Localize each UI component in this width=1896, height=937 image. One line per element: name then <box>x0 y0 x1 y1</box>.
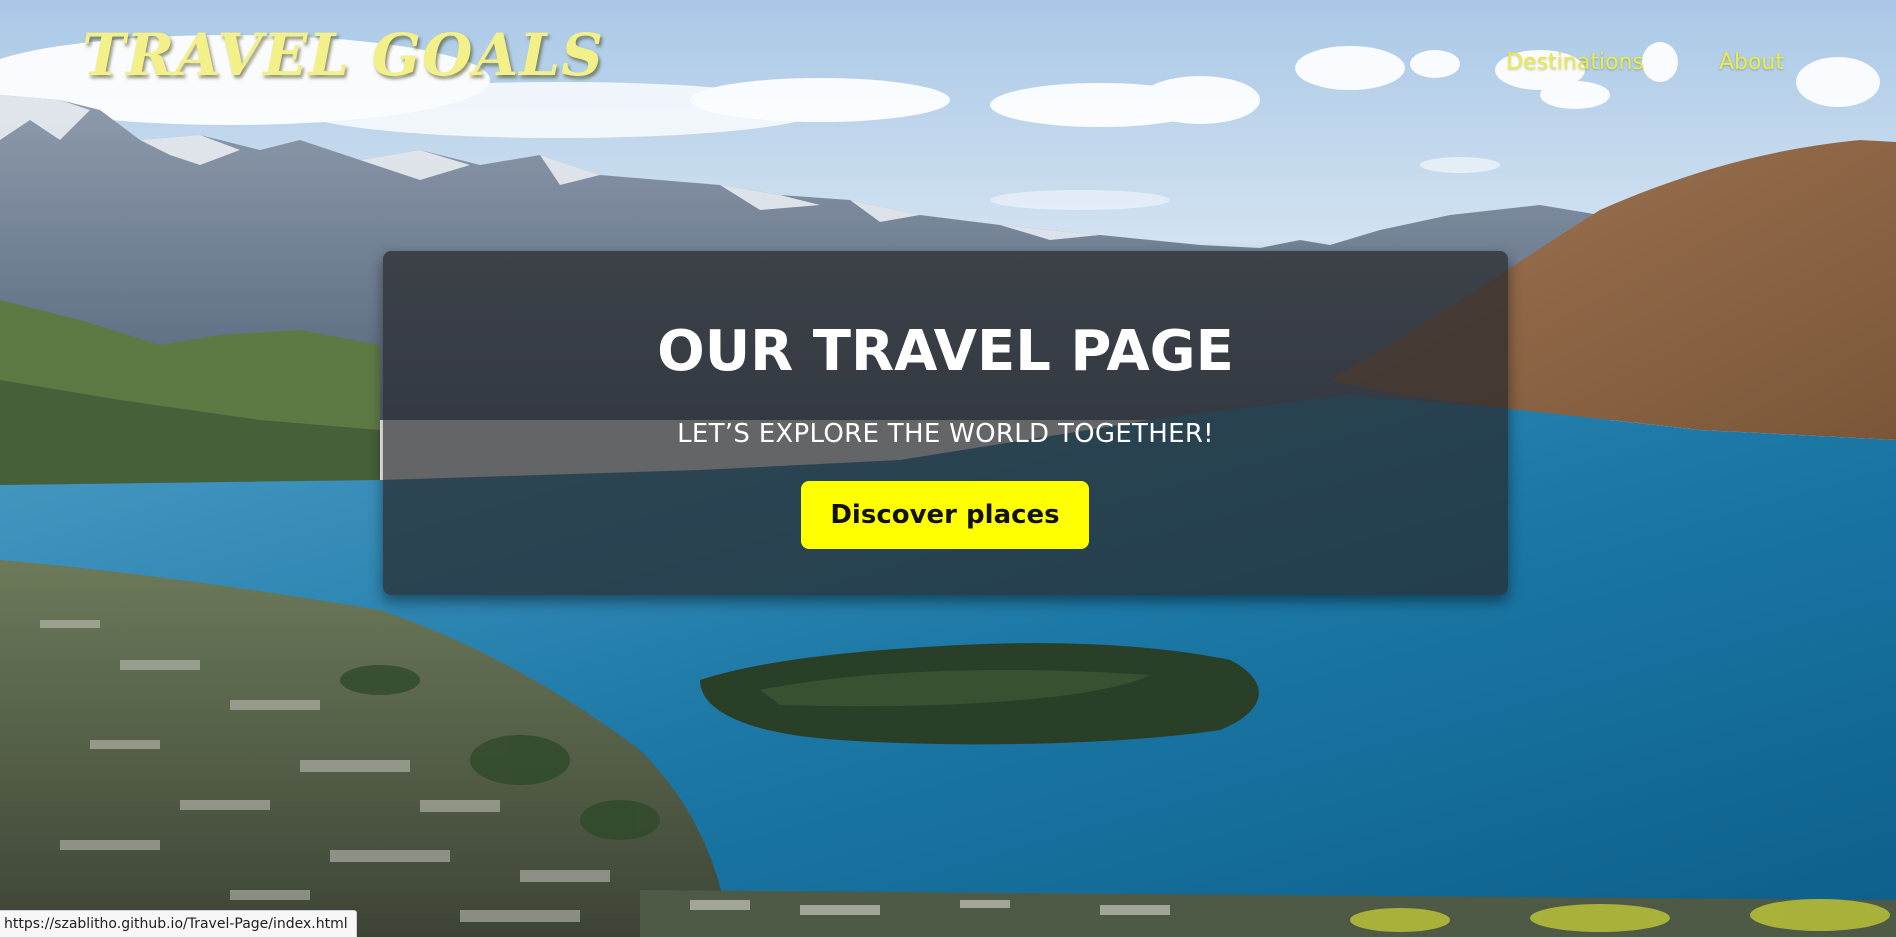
browser-status-url: https://szablitho.github.io/Travel-Page/… <box>0 910 357 937</box>
hero-card: OUR TRAVEL PAGE LET’S EXPLORE THE WORLD … <box>383 251 1508 595</box>
hero-title: OUR TRAVEL PAGE <box>657 319 1234 384</box>
discover-places-button[interactable]: Discover places <box>801 481 1089 549</box>
page: TRAVEL GOALS Destinations About OUR TRAV… <box>0 0 1896 937</box>
hero-subtitle: LET’S EXPLORE THE WORLD TOGETHER! <box>677 419 1214 449</box>
nav-link-about[interactable]: About <box>1719 50 1784 75</box>
site-logo[interactable]: TRAVEL GOALS <box>82 26 604 84</box>
main-nav: Destinations About <box>1506 50 1784 75</box>
nav-link-destinations[interactable]: Destinations <box>1506 50 1644 75</box>
